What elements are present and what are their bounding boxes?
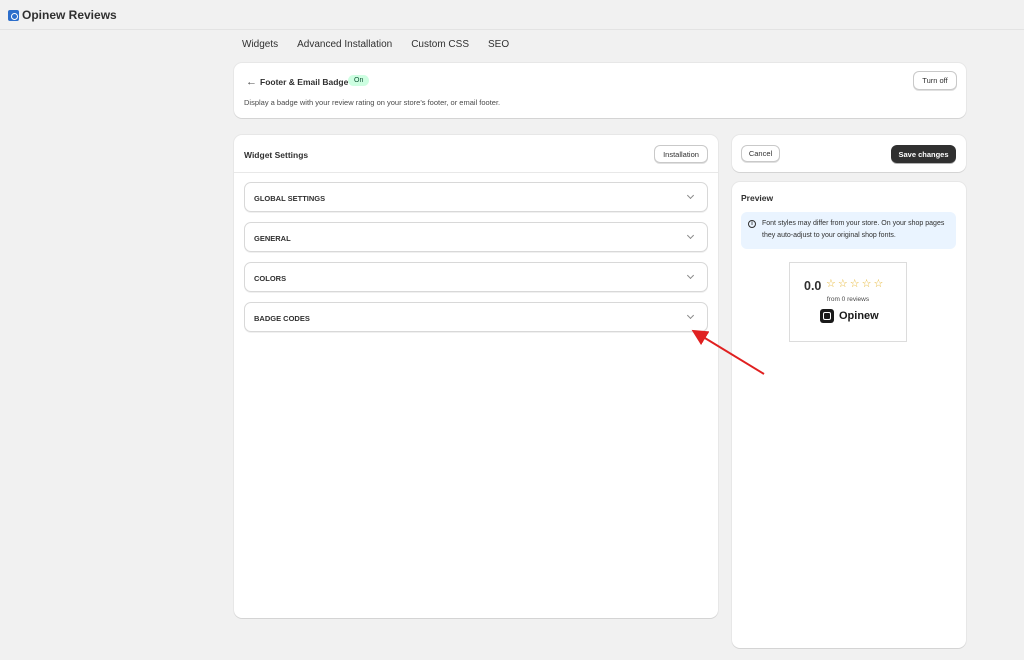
accordion-general[interactable]: GENERAL (244, 222, 708, 252)
turn-off-button[interactable]: Turn off (913, 71, 957, 90)
settings-title: Widget Settings (244, 150, 309, 160)
star-outline-icon: ☆ (849, 278, 860, 290)
chevron-down-icon (686, 231, 695, 240)
app-title[interactable]: Opinew Reviews (8, 8, 117, 22)
info-text: Font styles may differ from your store. … (762, 220, 945, 239)
star-outline-icon: ☆ (826, 278, 836, 290)
chevron-down-icon (686, 311, 695, 320)
accordion-label: GLOBAL SETTINGS (254, 194, 326, 203)
status-badge: On (348, 75, 370, 86)
chevron-down-icon (686, 191, 695, 200)
tab-seo[interactable]: SEO (488, 39, 509, 50)
page-title: Footer & Email Badge (260, 77, 349, 87)
accordion-global-settings[interactable]: GLOBAL SETTINGS (244, 182, 708, 212)
nav-tabs: Widgets Advanced Installation Custom CSS… (242, 39, 509, 50)
accordion-colors[interactable]: COLORS (244, 262, 708, 292)
save-changes-button[interactable]: Save changes (891, 145, 956, 163)
accordion-label: GENERAL (254, 234, 291, 243)
tab-advanced-installation[interactable]: Advanced Installation (297, 39, 392, 50)
app-title-text: Opinew Reviews (22, 8, 117, 22)
opinew-logo: Opinew (820, 309, 879, 323)
actions-card: Cancel Save changes (732, 135, 966, 172)
tab-widgets[interactable]: Widgets (242, 39, 278, 50)
badge-preview: 0.0 ☆ ☆ ☆ ☆ ☆ from 0 reviews Opinew (789, 262, 907, 342)
star-outline-icon: ☆ (873, 278, 884, 290)
accordion-label: COLORS (254, 274, 287, 283)
page-description: Display a badge with your review rating … (244, 98, 501, 107)
divider (234, 172, 718, 173)
chevron-down-icon (686, 271, 695, 280)
top-bar: Opinew Reviews (0, 0, 1024, 30)
accordion-badge-codes[interactable]: BADGE CODES (244, 302, 708, 332)
widget-header-card: ← Footer & Email Badge On Display a badg… (234, 63, 966, 118)
cancel-button[interactable]: Cancel (741, 145, 780, 162)
opinew-brand-text: Opinew (839, 310, 879, 322)
opinew-logo-icon (820, 309, 834, 323)
arrow-left-icon[interactable]: ← (246, 76, 257, 88)
installation-button[interactable]: Installation (654, 145, 708, 163)
opinew-app-icon (8, 9, 19, 21)
info-banner: i Font styles may differ from your store… (741, 212, 956, 249)
star-outline-icon: ☆ (861, 278, 872, 290)
preview-title: Preview (741, 193, 774, 203)
star-outline-icon: ☆ (837, 278, 848, 290)
widget-settings-card: Widget Settings Installation GLOBAL SETT… (234, 135, 718, 618)
tab-custom-css[interactable]: Custom CSS (411, 39, 469, 50)
accordion-label: BADGE CODES (254, 314, 310, 323)
star-rating: ☆ ☆ ☆ ☆ ☆ (826, 277, 883, 290)
info-circle-icon: i (748, 220, 756, 228)
preview-card: Preview i Font styles may differ from yo… (732, 182, 966, 648)
review-count: from 0 reviews (826, 296, 870, 303)
rating-value: 0.0 (804, 279, 822, 293)
